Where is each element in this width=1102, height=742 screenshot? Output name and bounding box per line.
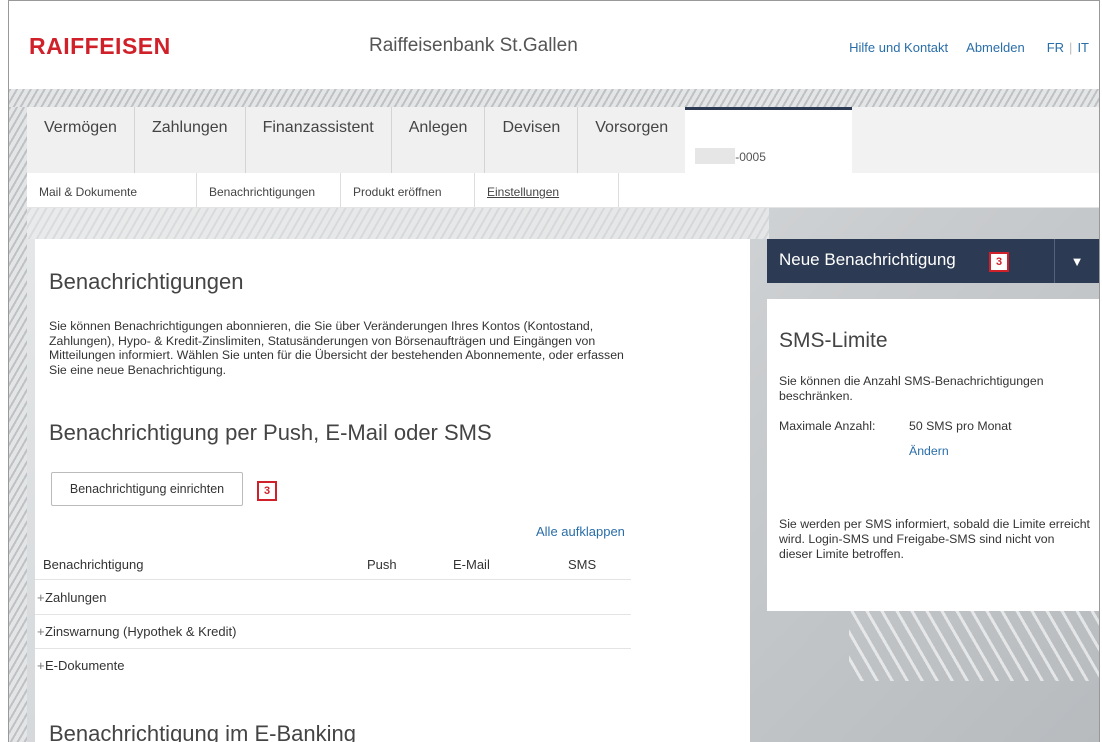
nav-anlegen[interactable]: Anlegen (392, 107, 486, 173)
col-sms: SMS (568, 557, 597, 572)
main-nav: Vermögen Zahlungen Finanzassistent Anleg… (27, 107, 1099, 173)
lang-it-link[interactable]: IT (1077, 40, 1089, 55)
top-header: RAIFFEISEN Raiffeisenbank St.Gallen Hilf… (9, 1, 1099, 89)
max-count-label: Maximale Anzahl: (779, 419, 876, 433)
table-row[interactable]: + Zinswarnung (Hypothek & Kredit) (35, 615, 631, 649)
background-pattern (9, 89, 1099, 107)
background-pattern-left (9, 107, 27, 742)
notifications-panel: Benachrichtigungen Sie können Benachrich… (35, 239, 750, 742)
account-selector[interactable]: -0005 (685, 107, 853, 173)
new-notification-button[interactable]: Neue Benachrichtigung 3 ▼ (767, 239, 1099, 283)
lang-separator: | (1069, 40, 1073, 55)
subnav-produkt-eroeffnen[interactable]: Produkt eröffnen (341, 173, 475, 207)
nav-finanzassistent[interactable]: Finanzassistent (246, 107, 392, 173)
sms-limit-footer: Sie werden per SMS informiert, sobald di… (779, 517, 1090, 561)
logout-link[interactable]: Abmelden (966, 40, 1025, 55)
row-label: E-Dokumente (45, 658, 125, 673)
subnav-mail-dokumente[interactable]: Mail & Dokumente (27, 173, 197, 207)
background-decoration (849, 611, 1099, 681)
expand-all-link[interactable]: Alle aufklappen (536, 524, 625, 539)
table-row[interactable]: + Zahlungen (35, 581, 631, 615)
step-badge-new: 3 (989, 252, 1009, 272)
col-push: Push (367, 557, 397, 572)
lang-fr-link[interactable]: FR (1047, 40, 1064, 55)
caret-down-icon[interactable]: ▼ (1054, 239, 1099, 283)
expand-plus-icon[interactable]: + (37, 590, 45, 605)
sms-limit-panel: SMS-Limite Sie können die Anzahl SMS-Ben… (767, 299, 1099, 611)
change-limit-link[interactable]: Ändern (909, 444, 949, 458)
col-benachrichtigung: Benachrichtigung (43, 557, 144, 572)
browser-frame: RAIFFEISEN Raiffeisenbank St.Gallen Hilf… (8, 0, 1100, 742)
table-header: Benachrichtigung Push E-Mail SMS (35, 555, 631, 580)
table-row[interactable]: + E-Dokumente (35, 649, 631, 682)
col-email: E-Mail (453, 557, 490, 572)
row-label: Zinswarnung (Hypothek & Kredit) (45, 624, 237, 639)
section-push-email-sms-title: Benachrichtigung per Push, E-Mail oder S… (49, 420, 492, 445)
section-ebanking-title: Benachrichtigung im E-Banking (49, 721, 356, 742)
sms-limit-title: SMS-Limite (779, 329, 888, 352)
expand-plus-icon[interactable]: + (37, 658, 45, 673)
subnav-benachrichtigungen[interactable]: Benachrichtigungen (197, 173, 341, 207)
nav-vorsorgen[interactable]: Vorsorgen (578, 107, 685, 173)
nav-vermoegen[interactable]: Vermögen (27, 107, 135, 173)
account-number-masked (695, 148, 736, 164)
setup-notification-button[interactable]: Benachrichtigung einrichten (51, 472, 243, 506)
nav-devisen[interactable]: Devisen (485, 107, 579, 173)
subnav-einstellungen[interactable]: Einstellungen (475, 173, 619, 207)
sms-limit-intro: Sie können die Anzahl SMS-Benachrichtigu… (779, 374, 1044, 403)
step-badge-setup: 3 (257, 481, 277, 501)
top-links: Hilfe und Kontakt Abmelden FR | IT (831, 40, 1089, 55)
nav-filler (852, 107, 1099, 173)
expand-plus-icon[interactable]: + (37, 624, 45, 639)
intro-text: Sie können Benachrichtigungen abonnieren… (49, 319, 624, 377)
page-title: Benachrichtigungen (49, 269, 244, 294)
max-count-value: 50 SMS pro Monat (909, 419, 1012, 433)
help-contact-link[interactable]: Hilfe und Kontakt (849, 40, 948, 55)
nav-zahlungen[interactable]: Zahlungen (135, 107, 246, 173)
bank-name: Raiffeisenbank St.Gallen (369, 35, 578, 56)
new-notification-label: Neue Benachrichtigung (779, 250, 956, 269)
row-label: Zahlungen (45, 590, 107, 605)
account-suffix: -0005 (735, 150, 766, 164)
raiffeisen-logo[interactable]: RAIFFEISEN (29, 33, 171, 60)
sub-nav: Mail & Dokumente Benachrichtigungen Prod… (27, 173, 1099, 208)
